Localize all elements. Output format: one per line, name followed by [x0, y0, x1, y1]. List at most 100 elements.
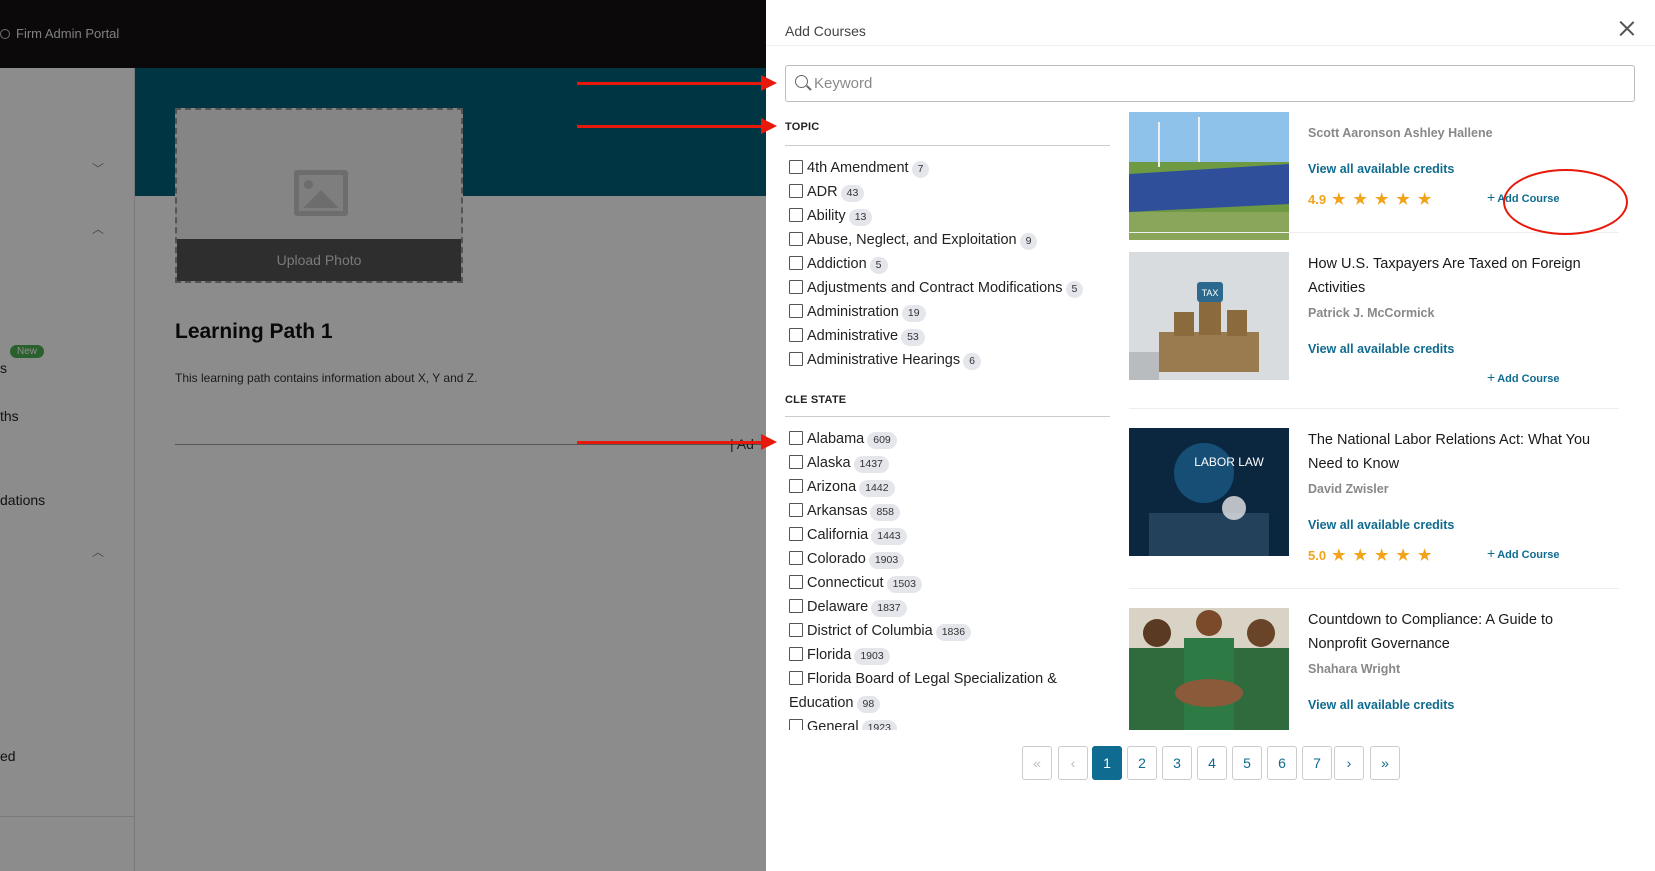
filter-label: California: [807, 527, 869, 543]
filter-option[interactable]: ADR 43: [789, 180, 1109, 204]
filter-checkbox[interactable]: [789, 623, 803, 637]
filter-checkbox[interactable]: [789, 719, 803, 730]
page-4-button[interactable]: 4: [1197, 746, 1227, 780]
keyword-search-input[interactable]: [814, 66, 1624, 101]
page-6-button[interactable]: 6: [1267, 746, 1297, 780]
filter-option[interactable]: Arkansas 858: [789, 499, 1109, 523]
course-title[interactable]: How U.S. Taxpayers Are Taxed on Foreign …: [1308, 252, 1608, 300]
filter-option[interactable]: Connecticut 1503: [789, 571, 1109, 595]
filter-checkbox[interactable]: [789, 551, 803, 565]
filter-count-badge: 858: [870, 504, 900, 521]
filter-checkbox[interactable]: [789, 208, 803, 222]
filter-option[interactable]: Administration 19: [789, 300, 1109, 324]
filter-option[interactable]: District of Columbia 1836: [789, 619, 1109, 643]
course-authors: Patrick J. McCormick: [1308, 306, 1435, 320]
filter-checkbox[interactable]: [789, 503, 803, 517]
filter-count-badge: 43: [840, 185, 865, 202]
filter-checkbox[interactable]: [789, 280, 803, 294]
plus-icon: +: [1487, 545, 1496, 561]
close-icon[interactable]: [1619, 20, 1635, 36]
filter-checkbox[interactable]: [789, 455, 803, 469]
filter-checkbox[interactable]: [789, 599, 803, 613]
filter-option[interactable]: Florida Board of Legal Specialization & …: [789, 667, 1109, 715]
filter-option[interactable]: Administrative 53: [789, 324, 1109, 348]
filter-checkbox[interactable]: [789, 328, 803, 342]
course-rating: 4.9 ★★★★★: [1308, 190, 1439, 208]
filter-option[interactable]: Abuse, Neglect, and Exploitation 9: [789, 228, 1109, 252]
modal-overlay[interactable]: [0, 0, 766, 871]
filter-option[interactable]: Alaska 1437: [789, 451, 1109, 475]
filter-label: Connecticut: [807, 575, 884, 591]
add-course-button[interactable]: + Add Course: [1487, 369, 1560, 385]
course-title[interactable]: The National Labor Relations Act: What Y…: [1308, 428, 1608, 476]
filter-count-badge: 53: [901, 329, 925, 346]
filter-count-badge: 1903: [854, 648, 890, 665]
filter-label: Ability: [807, 208, 846, 224]
filter-option[interactable]: Addiction 5: [789, 252, 1109, 276]
search-field[interactable]: [785, 65, 1635, 102]
prev-page-button[interactable]: ‹: [1058, 746, 1088, 780]
topic-section-title: TOPIC: [785, 121, 820, 133]
course-thumbnail[interactable]: [1129, 112, 1289, 240]
filter-label: Arizona: [807, 479, 857, 495]
star-icons: ★★★★★: [1332, 547, 1440, 564]
course-title[interactable]: Countdown to Compliance: A Guide to Nonp…: [1308, 608, 1608, 656]
view-credits-link[interactable]: View all available credits: [1308, 698, 1454, 712]
filter-checkbox[interactable]: [789, 232, 803, 246]
filter-label: Abuse, Neglect, and Exploitation: [807, 232, 1017, 248]
filter-option[interactable]: 4th Amendment 7: [789, 156, 1109, 180]
filter-option[interactable]: Florida 1903: [789, 643, 1109, 667]
filter-option[interactable]: Colorado 1903: [789, 547, 1109, 571]
page-7-button[interactable]: 7: [1302, 746, 1332, 780]
view-credits-link[interactable]: View all available credits: [1308, 342, 1454, 356]
add-course-button[interactable]: + Add Course: [1487, 545, 1560, 561]
view-credits-link[interactable]: View all available credits: [1308, 518, 1454, 532]
filter-count-badge: 1903: [868, 552, 905, 569]
course-thumbnail[interactable]: [1129, 608, 1289, 730]
last-page-button[interactable]: »: [1370, 746, 1400, 780]
filter-label: Florida: [807, 647, 852, 663]
filter-option[interactable]: California 1443: [789, 523, 1109, 547]
filter-checkbox[interactable]: [789, 160, 803, 174]
filter-option[interactable]: General 1923: [789, 715, 1109, 730]
filter-checkbox[interactable]: [789, 647, 803, 661]
filter-checkbox[interactable]: [789, 479, 803, 493]
page-3-button[interactable]: 3: [1162, 746, 1192, 780]
plus-icon: +: [1487, 189, 1496, 205]
add-course-label: Add Course: [1497, 373, 1560, 385]
filter-checkbox[interactable]: [789, 304, 803, 318]
filter-label: Arkansas: [807, 503, 868, 519]
filter-checkbox[interactable]: [789, 256, 803, 270]
course-thumbnail[interactable]: LABOR LAW: [1129, 428, 1289, 556]
filter-label: Administration: [807, 304, 899, 320]
course-authors: David Zwisler: [1308, 482, 1389, 496]
filter-count-badge: 5: [869, 257, 888, 274]
filter-option[interactable]: Adjustments and Contract Modifications 5: [789, 276, 1109, 300]
filter-checkbox[interactable]: [789, 431, 803, 445]
filter-checkbox[interactable]: [789, 352, 803, 366]
filter-count-badge: 6: [963, 353, 981, 370]
filter-option[interactable]: Delaware 1837: [789, 595, 1109, 619]
filter-option[interactable]: Ability 13: [789, 204, 1109, 228]
add-courses-drawer: Add Courses TOPIC 4th Amendment7ADR43Abi…: [766, 0, 1655, 871]
filter-checkbox[interactable]: [789, 527, 803, 541]
filter-option[interactable]: Administrative Hearings 6: [789, 348, 1109, 370]
filter-label: ADR: [807, 184, 838, 200]
filter-label: Florida Board of Legal Specialization & …: [789, 671, 1057, 711]
rating-value: 4.9: [1308, 192, 1327, 207]
filter-checkbox[interactable]: [789, 671, 803, 685]
next-page-button[interactable]: ›: [1334, 746, 1364, 780]
filter-checkbox[interactable]: [789, 575, 803, 589]
page-1-button[interactable]: 1: [1092, 746, 1122, 780]
filter-checkbox[interactable]: [789, 184, 803, 198]
page-2-button[interactable]: 2: [1127, 746, 1157, 780]
filter-option[interactable]: Arizona 1442: [789, 475, 1109, 499]
cle-state-filter-list: Alabama 609 Alaska 1437 Arizona 1442 Arkansas 8…: [789, 427, 1109, 730]
filter-label: Administrative Hearings: [807, 352, 961, 368]
filter-label: Addiction: [807, 256, 867, 272]
filter-option[interactable]: Alabama 609: [789, 427, 1109, 451]
course-thumbnail[interactable]: TAX: [1129, 252, 1289, 380]
page-5-button[interactable]: 5: [1232, 746, 1262, 780]
view-credits-link[interactable]: View all available credits: [1308, 162, 1454, 176]
first-page-button[interactable]: «: [1022, 746, 1052, 780]
